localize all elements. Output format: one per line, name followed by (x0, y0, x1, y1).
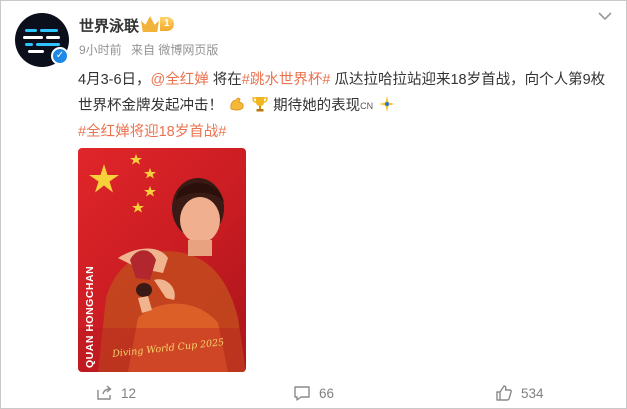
text-segment: 4月3-6日， (78, 72, 151, 88)
action-bar: 12 66 534 (1, 378, 627, 408)
vip-crown-icon (141, 16, 159, 32)
post-text: 4月3-6日，@全红婵 将在#跳水世界杯# 瓜达拉哈拉站迎来18岁首战，向个人第… (78, 67, 618, 145)
small-star (144, 186, 156, 197)
share-button[interactable]: 12 (95, 384, 136, 402)
trophy-icon (252, 97, 268, 112)
small-star (144, 168, 156, 179)
text-segment: 将在 (208, 72, 242, 88)
cn-flag-text: CN (360, 101, 374, 111)
mention-link[interactable]: @全红婵 (151, 72, 209, 88)
verified-icon: ✓ (51, 47, 69, 65)
like-count: 534 (521, 385, 544, 401)
sparkle-icon (379, 96, 396, 112)
text-segment: 期待她的表现 (269, 98, 361, 114)
share-count: 12 (121, 385, 137, 401)
like-button[interactable]: 534 (495, 384, 544, 402)
comment-count: 66 (319, 385, 335, 401)
flexed-biceps-icon (230, 97, 244, 111)
post-source: 来自 微博网页版 (131, 43, 219, 57)
small-star (130, 154, 142, 165)
comment-icon (294, 386, 310, 401)
like-icon (496, 385, 512, 401)
comment-button[interactable]: 66 (293, 384, 334, 402)
share-icon (97, 385, 112, 400)
post-meta: 9小时前 来自 微博网页版 (79, 41, 224, 58)
poster-vertical-name: QUAN HONGCHAN (84, 265, 96, 368)
vip-badge[interactable]: 1 (141, 15, 174, 33)
post-image[interactable]: QUAN HONGCHAN Diving World Cup 2025 (78, 148, 246, 372)
topic-link-bottom[interactable]: #全红婵将迎18岁首战# (78, 124, 226, 140)
vip-level: 1 (160, 17, 174, 31)
small-star (132, 202, 144, 213)
author-name[interactable]: 世界泳联 (79, 15, 139, 36)
post-time[interactable]: 9小时前 (79, 43, 122, 57)
chevron-down-icon[interactable] (598, 11, 612, 21)
weibo-post-card: ✓ 世界泳联 1 9小时前 来自 微博网页版 4月3-6日，@全红婵 将在#跳水… (0, 0, 627, 409)
big-star (89, 164, 119, 193)
topic-link-cup[interactable]: #跳水世界杯# (242, 72, 331, 88)
